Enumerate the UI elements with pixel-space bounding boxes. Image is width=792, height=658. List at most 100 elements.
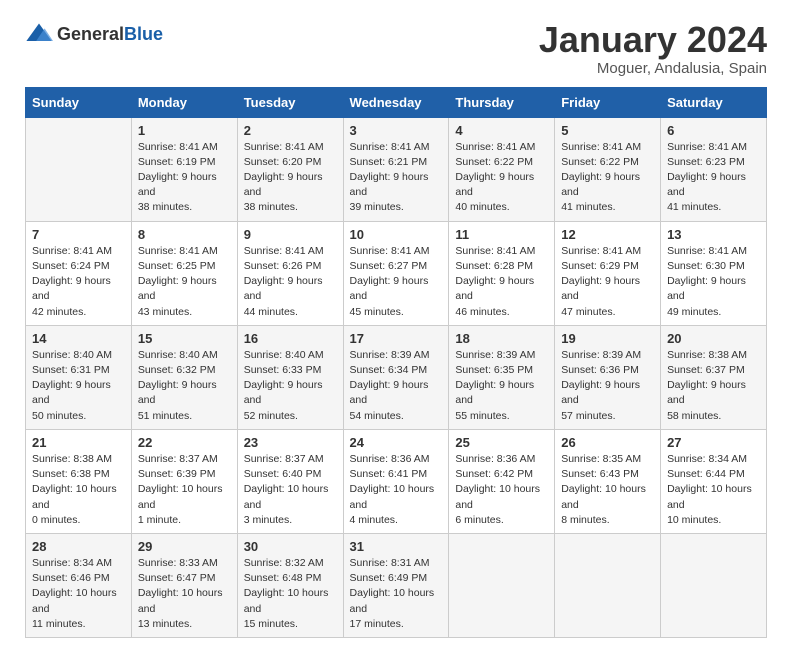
day-number: 26	[561, 435, 654, 450]
calendar-cell: 4Sunrise: 8:41 AMSunset: 6:22 PMDaylight…	[449, 117, 555, 221]
calendar-cell: 22 Sunrise: 8:37 AMSunset: 6:39 PMDayligh…	[131, 429, 237, 533]
day-number: 22	[138, 435, 231, 450]
day-info: Sunrise: 8:41 AMSunset: 6:28 PMDaylight:…	[455, 244, 548, 320]
logo-text-general: General	[57, 24, 124, 44]
calendar-cell: 19 Sunrise: 8:39 AMSunset: 6:36 PMDayligh…	[555, 325, 661, 429]
day-info: Sunrise: 8:41 AMSunset: 6:30 PMDaylight:…	[667, 244, 760, 320]
day-info: Sunrise: 8:40 AMSunset: 6:31 PMDaylight:…	[32, 348, 125, 424]
calendar-cell: 7Sunrise: 8:41 AMSunset: 6:24 PMDaylight…	[26, 221, 132, 325]
day-info: Sunrise: 8:31 AMSunset: 6:49 PMDaylight:…	[350, 556, 443, 632]
day-info: Sunrise: 8:41 AMSunset: 6:20 PMDaylight:…	[244, 140, 337, 216]
day-number: 28	[32, 539, 125, 554]
header-row: SundayMondayTuesdayWednesdayThursdayFrid…	[26, 87, 767, 117]
header-cell-friday: Friday	[555, 87, 661, 117]
day-info: Sunrise: 8:41 AMSunset: 6:21 PMDaylight:…	[350, 140, 443, 216]
day-number: 3	[350, 123, 443, 138]
calendar-cell: 16 Sunrise: 8:40 AMSunset: 6:33 PMDayligh…	[237, 325, 343, 429]
day-number: 8	[138, 227, 231, 242]
calendar-week-2: 7Sunrise: 8:41 AMSunset: 6:24 PMDaylight…	[26, 221, 767, 325]
day-info: Sunrise: 8:35 AMSunset: 6:43 PMDaylight:…	[561, 452, 654, 528]
calendar-cell: 12 Sunrise: 8:41 AMSunset: 6:29 PMDayligh…	[555, 221, 661, 325]
calendar-cell: 28 Sunrise: 8:34 AMSunset: 6:46 PMDayligh…	[26, 533, 132, 637]
day-number: 12	[561, 227, 654, 242]
day-info: Sunrise: 8:41 AMSunset: 6:27 PMDaylight:…	[350, 244, 443, 320]
day-number: 15	[138, 331, 231, 346]
calendar-cell: 14 Sunrise: 8:40 AMSunset: 6:31 PMDayligh…	[26, 325, 132, 429]
day-info: Sunrise: 8:34 AMSunset: 6:44 PMDaylight:…	[667, 452, 760, 528]
calendar-cell: 30 Sunrise: 8:32 AMSunset: 6:48 PMDayligh…	[237, 533, 343, 637]
day-number: 6	[667, 123, 760, 138]
calendar-cell	[26, 117, 132, 221]
day-info: Sunrise: 8:36 AMSunset: 6:41 PMDaylight:…	[350, 452, 443, 528]
day-info: Sunrise: 8:37 AMSunset: 6:39 PMDaylight:…	[138, 452, 231, 528]
calendar-cell: 31 Sunrise: 8:31 AMSunset: 6:49 PMDayligh…	[343, 533, 449, 637]
day-number: 11	[455, 227, 548, 242]
day-info: Sunrise: 8:38 AMSunset: 6:37 PMDaylight:…	[667, 348, 760, 424]
day-info: Sunrise: 8:34 AMSunset: 6:46 PMDaylight:…	[32, 556, 125, 632]
day-number: 5	[561, 123, 654, 138]
day-number: 16	[244, 331, 337, 346]
day-info: Sunrise: 8:41 AMSunset: 6:26 PMDaylight:…	[244, 244, 337, 320]
day-info: Sunrise: 8:41 AMSunset: 6:29 PMDaylight:…	[561, 244, 654, 320]
day-number: 30	[244, 539, 337, 554]
calendar-cell: 5 Sunrise: 8:41 AMSunset: 6:22 PMDaylight…	[555, 117, 661, 221]
calendar-cell: 1Sunrise: 8:41 AMSunset: 6:19 PMDaylight…	[131, 117, 237, 221]
day-number: 21	[32, 435, 125, 450]
day-info: Sunrise: 8:40 AMSunset: 6:33 PMDaylight:…	[244, 348, 337, 424]
calendar-week-1: 1Sunrise: 8:41 AMSunset: 6:19 PMDaylight…	[26, 117, 767, 221]
day-info: Sunrise: 8:32 AMSunset: 6:48 PMDaylight:…	[244, 556, 337, 632]
day-number: 31	[350, 539, 443, 554]
day-number: 17	[350, 331, 443, 346]
header-cell-thursday: Thursday	[449, 87, 555, 117]
day-number: 29	[138, 539, 231, 554]
day-info: Sunrise: 8:37 AMSunset: 6:40 PMDaylight:…	[244, 452, 337, 528]
calendar-cell	[449, 533, 555, 637]
day-number: 23	[244, 435, 337, 450]
logo: GeneralBlue	[25, 20, 163, 48]
calendar-week-5: 28 Sunrise: 8:34 AMSunset: 6:46 PMDayligh…	[26, 533, 767, 637]
day-number: 4	[455, 123, 548, 138]
calendar-cell	[661, 533, 767, 637]
location-title: Moguer, Andalusia, Spain	[539, 60, 767, 77]
day-number: 9	[244, 227, 337, 242]
day-number: 10	[350, 227, 443, 242]
calendar-cell: 11 Sunrise: 8:41 AMSunset: 6:28 PMDayligh…	[449, 221, 555, 325]
day-number: 18	[455, 331, 548, 346]
day-info: Sunrise: 8:40 AMSunset: 6:32 PMDaylight:…	[138, 348, 231, 424]
header-cell-saturday: Saturday	[661, 87, 767, 117]
day-number: 7	[32, 227, 125, 242]
header: GeneralBlue January 2024 Moguer, Andalus…	[25, 20, 767, 77]
calendar-cell: 26 Sunrise: 8:35 AMSunset: 6:43 PMDayligh…	[555, 429, 661, 533]
calendar-cell: 23 Sunrise: 8:37 AMSunset: 6:40 PMDayligh…	[237, 429, 343, 533]
logo-text-blue: Blue	[124, 24, 163, 44]
day-number: 27	[667, 435, 760, 450]
day-info: Sunrise: 8:39 AMSunset: 6:35 PMDaylight:…	[455, 348, 548, 424]
day-info: Sunrise: 8:39 AMSunset: 6:34 PMDaylight:…	[350, 348, 443, 424]
day-number: 1	[138, 123, 231, 138]
title-area: January 2024 Moguer, Andalusia, Spain	[539, 20, 767, 77]
day-number: 19	[561, 331, 654, 346]
calendar-cell: 17 Sunrise: 8:39 AMSunset: 6:34 PMDayligh…	[343, 325, 449, 429]
day-info: Sunrise: 8:38 AMSunset: 6:38 PMDaylight:…	[32, 452, 125, 528]
header-cell-sunday: Sunday	[26, 87, 132, 117]
calendar-cell: 10 Sunrise: 8:41 AMSunset: 6:27 PMDayligh…	[343, 221, 449, 325]
calendar-cell: 9 Sunrise: 8:41 AMSunset: 6:26 PMDaylight…	[237, 221, 343, 325]
calendar-cell: 18 Sunrise: 8:39 AMSunset: 6:35 PMDayligh…	[449, 325, 555, 429]
calendar-cell: 3 Sunrise: 8:41 AMSunset: 6:21 PMDaylight…	[343, 117, 449, 221]
day-number: 14	[32, 331, 125, 346]
calendar-cell: 25Sunrise: 8:36 AMSunset: 6:42 PMDayligh…	[449, 429, 555, 533]
logo-icon	[25, 20, 53, 48]
calendar-cell: 21 Sunrise: 8:38 AMSunset: 6:38 PMDayligh…	[26, 429, 132, 533]
calendar-cell	[555, 533, 661, 637]
calendar-week-4: 21 Sunrise: 8:38 AMSunset: 6:38 PMDayligh…	[26, 429, 767, 533]
day-info: Sunrise: 8:39 AMSunset: 6:36 PMDaylight:…	[561, 348, 654, 424]
month-title: January 2024	[539, 20, 767, 60]
calendar-cell: 6 Sunrise: 8:41 AMSunset: 6:23 PMDaylight…	[661, 117, 767, 221]
calendar-cell: 20 Sunrise: 8:38 AMSunset: 6:37 PMDayligh…	[661, 325, 767, 429]
day-info: Sunrise: 8:41 AMSunset: 6:22 PMDaylight:…	[561, 140, 654, 216]
day-number: 20	[667, 331, 760, 346]
day-number: 24	[350, 435, 443, 450]
calendar-cell: 13Sunrise: 8:41 AMSunset: 6:30 PMDayligh…	[661, 221, 767, 325]
day-info: Sunrise: 8:41 AMSunset: 6:23 PMDaylight:…	[667, 140, 760, 216]
header-cell-monday: Monday	[131, 87, 237, 117]
